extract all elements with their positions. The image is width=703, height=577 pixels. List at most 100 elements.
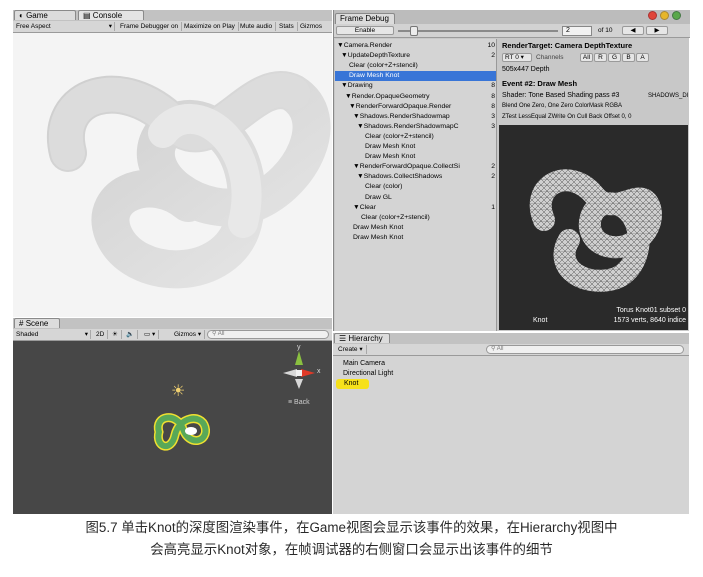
scene-search-input[interactable]: ⚲ All <box>207 330 329 339</box>
directional-light-icon[interactable]: ☀ <box>171 384 187 400</box>
tree-row-label: Draw Mesh Knot <box>349 72 400 80</box>
tab-game[interactable]: ◐ Game <box>14 10 76 20</box>
tree-row[interactable]: ▼Drawing 8 <box>335 81 496 91</box>
search-icon: ⚲ <box>491 346 496 352</box>
tree-row[interactable]: Draw Mesh Knot <box>335 142 496 152</box>
knot-object-selected[interactable] <box>149 407 215 457</box>
tree-row-selected[interactable]: Draw Mesh Knot <box>335 71 496 82</box>
tree-row-label: ▼Shadows.RenderShadowmap <box>353 112 450 120</box>
2d-toggle[interactable]: 2D <box>93 330 109 339</box>
tree-row[interactable]: ▼Shadows.CollectShadows 2 <box>335 172 496 182</box>
event-slider-thumb[interactable] <box>410 26 418 36</box>
tree-row[interactable]: Clear (color+Z+stencil) <box>335 213 496 223</box>
tree-row[interactable]: Clear (color+Z+stencil) <box>335 61 496 71</box>
tree-row[interactable]: Draw Mesh Knot <box>335 223 496 233</box>
create-label: Create <box>338 346 358 353</box>
tab-hierarchy[interactable]: ☰ Hierarchy <box>334 333 390 343</box>
window-controls <box>648 11 686 21</box>
tree-row-label: ▼Shadows.RenderShadowmapC <box>357 122 459 130</box>
scene-view[interactable]: ☀ y x ≡ Back <box>13 341 332 514</box>
hierarchy-item-directional-light[interactable]: Directional Light <box>343 369 393 379</box>
hierarchy-toolbar: Create ▾ ⚲ All <box>333 344 689 356</box>
tree-row-label: Draw Mesh Knot <box>365 143 416 150</box>
mesh-preview[interactable]: Torus Knot01 subset 0 Knot 1573 verts, 8… <box>499 125 688 330</box>
knot-wireframe <box>529 169 662 292</box>
blend-state: Blend One Zero, One Zero ColorMask RGBA <box>502 103 623 109</box>
minimize-icon[interactable] <box>660 11 669 20</box>
rt-select[interactable]: RT 0 ▾ <box>502 53 532 62</box>
maximize-on-play-toggle[interactable]: Maximize on Play <box>181 22 239 31</box>
event-index-field[interactable]: 2 <box>562 26 592 36</box>
scene-toolbar: Shaded ▾ 2D ☀ 🔈 ▭ ▾ Gizmos ▾ ⚲ All <box>13 329 332 341</box>
tab-game-label: Game <box>26 11 48 20</box>
channel-button-all[interactable]: All <box>580 53 593 62</box>
tree-row[interactable]: Clear (color+Z+stencil) <box>335 132 496 142</box>
menu-icon: ≡ <box>288 399 293 406</box>
game-icon: ◐ <box>19 11 24 20</box>
prev-event-icon[interactable]: ◀ <box>622 26 644 35</box>
frame-debugger-toggle[interactable]: Frame Debugger on <box>117 22 183 31</box>
enable-button[interactable]: Enable <box>336 26 394 35</box>
channel-button-b[interactable]: B <box>622 53 635 62</box>
search-icon: ⚲ <box>212 331 217 337</box>
audio-toggle-icon[interactable]: 🔈 <box>123 330 139 339</box>
tree-row[interactable]: Clear (color) <box>335 182 496 192</box>
tree-row-label: ▼Render.OpaqueGeometry <box>345 92 430 100</box>
preview-info-2: 1573 verts, 8640 indice <box>613 317 686 324</box>
back-view-label[interactable]: ≡ Back <box>288 399 310 406</box>
hierarchy-search-input[interactable]: ⚲ All <box>486 345 684 354</box>
hierarchy-item-knot-highlighted[interactable]: Knot <box>336 379 369 389</box>
hierarchy-item-main-camera[interactable]: Main Camera <box>343 359 385 369</box>
tab-scene[interactable]: # Scene <box>14 318 60 328</box>
event-title: Event #2: Draw Mesh <box>502 79 578 88</box>
tree-row[interactable]: ▼UpdateDepthTexture 2 <box>335 51 496 61</box>
channel-button-g[interactable]: G <box>608 53 621 62</box>
axis-x-cone <box>301 369 315 377</box>
frame-debug-panel: Frame Debug Enable 2 of 10 ◀ ▶ ▼Camera.R… <box>333 10 690 331</box>
tree-row-label: ▼Shadows.CollectShadows <box>357 173 443 181</box>
tab-console[interactable]: ▤ Console <box>78 10 144 20</box>
tab-scene-label: Scene <box>25 319 49 328</box>
tree-row-count: 3 <box>491 122 495 130</box>
camera-gizmo-icon <box>185 427 197 435</box>
maximize-icon[interactable] <box>672 11 681 20</box>
ztest-state: ZTest LessEqual ZWrite On Cull Back Offs… <box>502 114 632 120</box>
tree-row[interactable]: Draw Mesh Knot <box>335 233 496 243</box>
channels-label: Channels <box>536 54 564 61</box>
channel-button-a[interactable]: A <box>636 53 649 62</box>
tree-row[interactable]: Draw GL <box>335 193 496 203</box>
axis-x-label: x <box>317 368 321 375</box>
tree-row[interactable]: ▼Shadows.RenderShadowmap 3 <box>335 112 496 122</box>
tree-row-label: Clear (color+Z+stencil) <box>349 62 418 70</box>
tree-row[interactable]: ▼RenderForwardOpaque.Render 8 <box>335 102 496 112</box>
shading-dropdown[interactable]: Shaded ▾ <box>13 330 91 339</box>
stats-toggle[interactable]: Stats <box>276 22 298 31</box>
tree-row[interactable]: Draw Mesh Knot <box>335 152 496 162</box>
scene-icon: # <box>19 319 24 328</box>
lighting-toggle-icon[interactable]: ☀ <box>109 330 122 339</box>
render-target-title: RenderTarget: Camera DepthTexture <box>502 41 633 50</box>
gizmos-dropdown[interactable]: Gizmos <box>297 22 325 31</box>
tree-row[interactable]: ▼Render.OpaqueGeometry 8 <box>335 92 496 102</box>
close-icon[interactable] <box>648 11 657 20</box>
next-event-icon[interactable]: ▶ <box>646 26 668 35</box>
tab-frame-debug[interactable]: Frame Debug <box>335 13 395 24</box>
back-label: Back <box>294 399 310 406</box>
frame-event-tree: ▼Camera.Render 10 ▼UpdateDepthTexture 2 Clea… <box>335 39 497 331</box>
tree-row[interactable]: ▼Shadows.RenderShadowmapC 3 <box>335 122 496 132</box>
shader-info: Shader: Tone Based Shading pass #3 <box>502 92 620 99</box>
aspect-dropdown[interactable]: Free Aspect ▾ <box>13 22 115 31</box>
mute-audio-toggle[interactable]: Mute audio <box>237 22 277 31</box>
axis-y-cone <box>295 351 303 365</box>
effects-dropdown-icon[interactable]: ▭ ▾ <box>141 330 160 339</box>
tree-row[interactable]: ▼Clear 1 <box>335 203 496 213</box>
tree-row[interactable]: ▼RenderForwardOpaque.CollectSi 2 <box>335 162 496 172</box>
event-slider-track[interactable] <box>398 30 558 32</box>
game-view-depth-render <box>13 33 332 317</box>
gizmos-dropdown[interactable]: Gizmos ▾ <box>171 330 206 339</box>
create-dropdown[interactable]: Create ▾ <box>335 345 367 354</box>
caption-line-1: 图5.7 单击Knot的深度图渲染事件，在Game视图会显示该事件的效果，在Hi… <box>85 520 618 535</box>
tree-row-label: ▼RenderForwardOpaque.Render <box>349 102 452 110</box>
channel-button-r[interactable]: R <box>594 53 607 62</box>
tree-row[interactable]: ▼Camera.Render 10 <box>335 41 496 51</box>
